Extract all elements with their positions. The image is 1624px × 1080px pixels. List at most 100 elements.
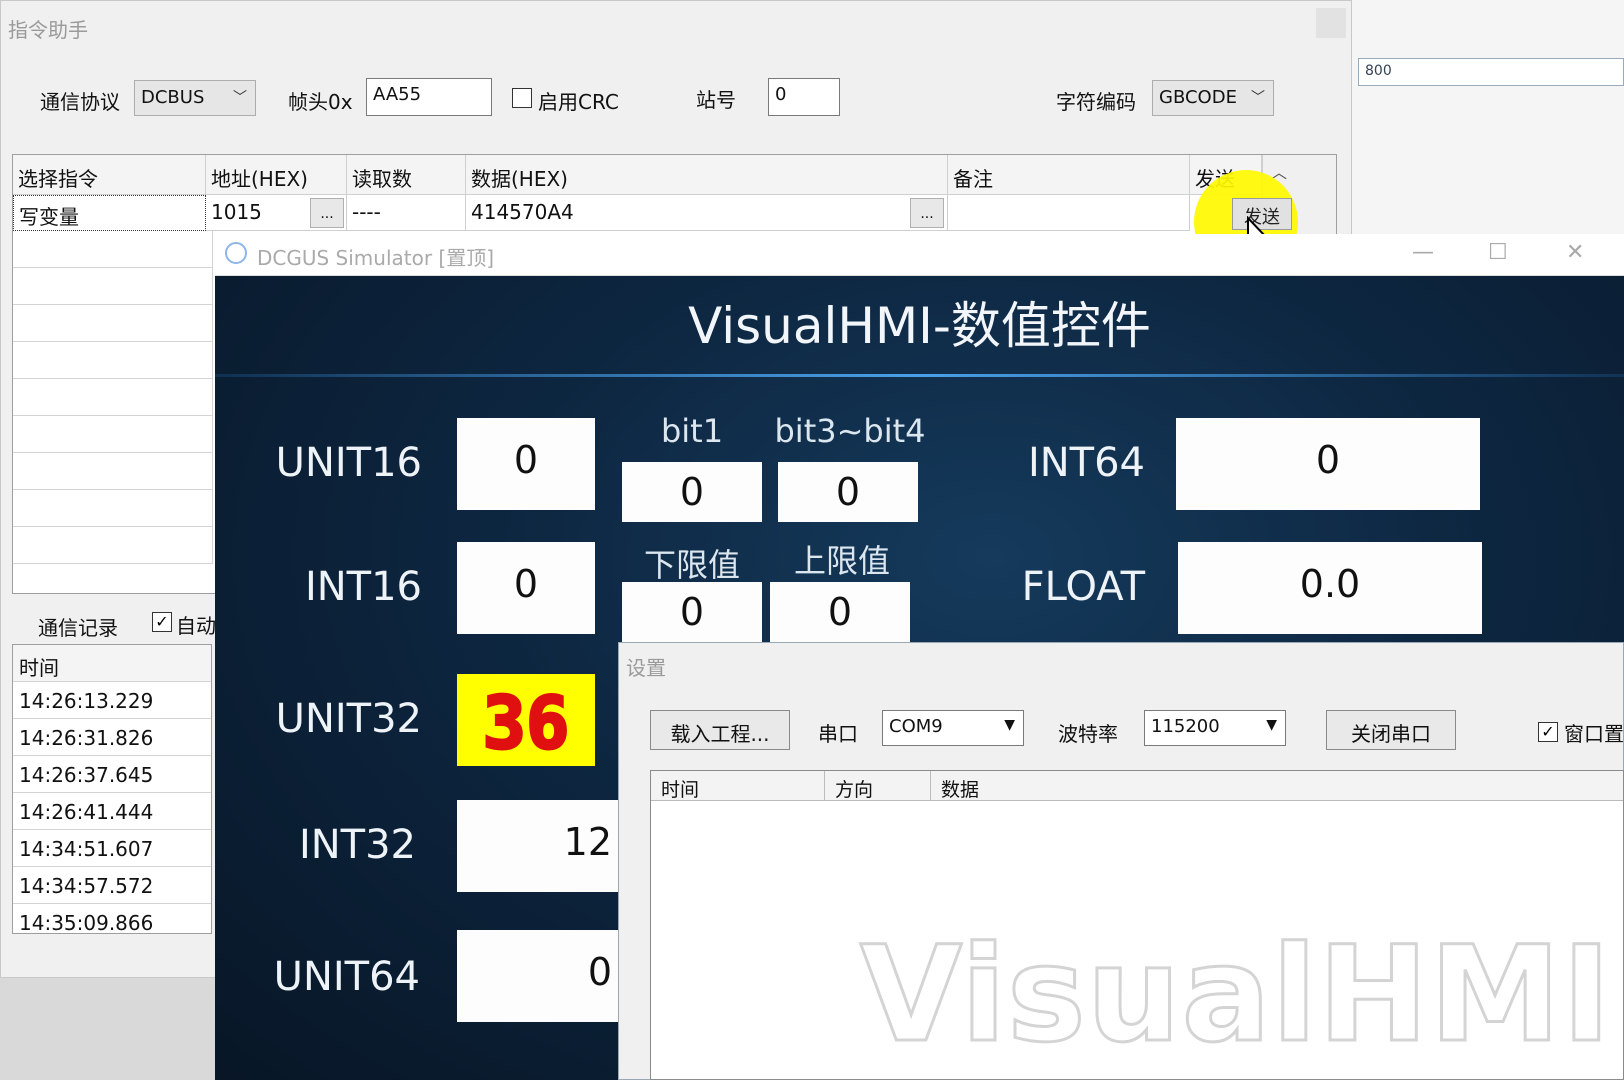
int32-value[interactable]: 12 <box>457 800 620 892</box>
data-cell[interactable]: 414570A4 ... <box>466 195 948 231</box>
log-row[interactable]: 14:26:13.229 <box>13 682 211 719</box>
hmi-title: VisualHMI-数值控件 <box>688 297 1151 355</box>
title-divider <box>215 374 1624 377</box>
simulator-title: DCGUS Simulator [置顶] <box>257 246 495 270</box>
crc-checkbox[interactable] <box>512 88 532 108</box>
window-title: 指令助手 <box>8 18 88 42</box>
bit1-value[interactable]: 0 <box>622 462 762 522</box>
log-label: 通信记录 <box>38 616 118 640</box>
data-editor-button[interactable]: ... <box>910 198 944 228</box>
log-column-direction[interactable]: 方向 <box>825 771 931 801</box>
frame-header-label: 帧头0x <box>288 90 353 114</box>
bit1-label: bit1 <box>660 412 724 450</box>
column-header-data[interactable]: 数据(HEX) <box>466 155 948 195</box>
app-icon <box>225 242 247 264</box>
load-project-button[interactable]: 载入工程... <box>650 710 790 750</box>
unit16-value[interactable]: 0 <box>457 418 595 510</box>
unit32-digits: 36 <box>483 681 570 765</box>
window-top-checkbox[interactable]: ✓ <box>1538 722 1558 742</box>
window-top-label: 窗口置 <box>1564 722 1624 746</box>
unit16-label: UNIT16 <box>275 440 422 486</box>
background-window-fragment <box>1352 0 1624 235</box>
log-row[interactable]: 14:35:09.866 <box>13 904 211 933</box>
column-header-note[interactable]: 备注 <box>948 155 1190 195</box>
baud-label: 波特率 <box>1058 722 1118 746</box>
log-row[interactable]: 14:26:41.444 <box>13 793 211 830</box>
port-label: 串口 <box>818 722 858 746</box>
dropdown-arrow-icon: ▼ <box>1266 717 1277 733</box>
int32-label: INT32 <box>298 822 416 868</box>
command-cell[interactable]: 写变量 <box>13 195 206 231</box>
address-value: 1015 <box>211 200 262 224</box>
log-column-data[interactable]: 数据 <box>931 771 1623 801</box>
station-input[interactable]: 0 <box>768 78 840 116</box>
encoding-value: GBCODE <box>1159 87 1237 108</box>
empty-row[interactable] <box>13 416 213 453</box>
bit34-value[interactable]: 0 <box>778 462 918 522</box>
empty-row[interactable] <box>13 490 213 527</box>
protocol-select[interactable]: DCBUS ﹀ <box>134 80 256 116</box>
protocol-label: 通信协议 <box>40 90 120 114</box>
note-cell[interactable] <box>948 195 1190 231</box>
log-row[interactable]: 14:34:57.572 <box>13 867 211 904</box>
log-column-header-time[interactable]: 时间 <box>13 645 211 682</box>
unit32-label: UNIT32 <box>275 696 422 742</box>
int16-label: INT16 <box>304 564 422 610</box>
minimize-button[interactable]: — <box>1412 240 1434 265</box>
empty-row[interactable] <box>13 453 213 490</box>
port-value: COM9 <box>889 716 943 737</box>
close-button[interactable] <box>1316 8 1346 38</box>
baud-value: 115200 <box>1151 716 1220 737</box>
log-table: 时间 14:26:13.229 14:26:31.826 14:26:37.64… <box>12 644 212 934</box>
unit32-seven-segment: 36 <box>481 680 571 767</box>
address-cell[interactable]: 1015 ... <box>206 195 347 231</box>
int16-value[interactable]: 0 <box>457 542 595 634</box>
visualhmi-watermark: VisualHMI <box>859 917 1613 1074</box>
empty-row[interactable] <box>13 268 213 305</box>
high-limit-value[interactable]: 0 <box>770 582 910 642</box>
ruler-field: 800 <box>1358 58 1624 86</box>
empty-row[interactable] <box>13 342 213 379</box>
chevron-down-icon: ﹀ <box>1251 90 1265 106</box>
unit64-value[interactable]: 0 <box>457 930 620 1022</box>
encoding-select[interactable]: GBCODE ﹀ <box>1152 80 1274 116</box>
frame-header-input[interactable]: AA55 <box>366 78 492 116</box>
empty-row[interactable] <box>13 527 213 564</box>
column-header-address[interactable]: 地址(HEX) <box>206 155 347 195</box>
unit64-label: UNIT64 <box>273 954 420 1000</box>
empty-row[interactable] <box>13 379 213 416</box>
log-column-time[interactable]: 时间 <box>651 771 825 801</box>
chevron-down-icon: ﹀ <box>233 90 247 106</box>
empty-row[interactable] <box>13 231 213 268</box>
high-limit-label: 上限值 <box>793 542 890 580</box>
bit34-label: bit3~bit4 <box>774 412 926 450</box>
column-header-command[interactable]: 选择指令 <box>13 155 206 195</box>
column-header-read-count[interactable]: 读取数 <box>347 155 466 195</box>
data-value: 414570A4 <box>471 200 574 224</box>
log-row[interactable]: 14:34:51.607 <box>13 830 211 867</box>
low-limit-value[interactable]: 0 <box>622 582 762 642</box>
close-button[interactable]: ✕ <box>1566 240 1584 265</box>
float-label: FLOAT <box>1021 564 1145 610</box>
port-select[interactable]: COM9 ▼ <box>882 710 1024 746</box>
station-label: 站号 <box>696 88 736 112</box>
int64-label: INT64 <box>1027 440 1145 486</box>
unit32-value[interactable]: 36 <box>457 674 595 767</box>
read-count-cell[interactable]: ---- <box>347 195 466 231</box>
empty-row[interactable] <box>13 305 213 342</box>
log-row[interactable]: 14:26:37.645 <box>13 756 211 793</box>
auto-label: 自动 <box>176 614 216 638</box>
baud-select[interactable]: 115200 ▼ <box>1144 710 1286 746</box>
log-row[interactable]: 14:26:31.826 <box>13 719 211 756</box>
dropdown-arrow-icon: ▼ <box>1004 717 1015 733</box>
int64-value[interactable]: 0 <box>1176 418 1480 510</box>
auto-checkbox[interactable]: ✓ <box>152 612 172 632</box>
close-port-button[interactable]: 关闭串口 <box>1326 710 1456 750</box>
low-limit-label: 下限值 <box>643 546 740 584</box>
crc-label: 启用CRC <box>538 90 619 114</box>
protocol-value: DCBUS <box>141 87 205 108</box>
maximize-button[interactable]: ☐ <box>1488 240 1508 265</box>
encoding-label: 字符编码 <box>1056 90 1136 114</box>
float-value[interactable]: 0.0 <box>1178 542 1482 634</box>
address-picker-button[interactable]: ... <box>310 198 344 228</box>
